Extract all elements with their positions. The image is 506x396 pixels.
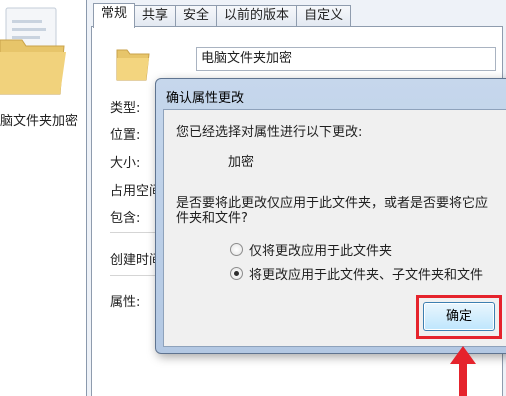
radio-button-selected[interactable] (230, 267, 243, 280)
dialog-title: 确认属性更改 (166, 91, 245, 106)
radio-folder-only[interactable]: 仅将更改应用于此文件夹 (230, 240, 392, 259)
tab-general[interactable]: 常规 (93, 3, 136, 28)
red-arrow-icon (450, 346, 476, 396)
size-label: 大小: (110, 156, 141, 171)
tab-strip: 常规 共享 安全 以前的版本 自定义 (93, 3, 352, 28)
attributes-label: 属性: (110, 295, 141, 310)
desktop-folder-label[interactable]: 脑文件夹加密 (0, 110, 90, 129)
contains-label: 包含: (110, 211, 141, 226)
dialog-question-line1: 是否要将此更改仅应用于此文件夹，或者是否要将它应 (176, 196, 489, 211)
radio-button[interactable] (230, 243, 243, 256)
folder-name-field[interactable]: 电脑文件夹加密 (196, 47, 496, 71)
folder-icon (116, 49, 150, 81)
change-description: 加密 (228, 155, 255, 170)
tab-previous-versions[interactable]: 以前的版本 (216, 5, 298, 27)
folder-icon[interactable] (0, 6, 72, 98)
type-label: 类型: (110, 101, 141, 116)
location-label: 位置: (110, 128, 141, 143)
dialog-question-line2: 件夹和文件? (176, 211, 248, 226)
tab-sharing[interactable]: 共享 (134, 5, 177, 27)
tab-customize[interactable]: 自定义 (296, 5, 352, 27)
ok-button[interactable]: 确定 (423, 302, 495, 331)
radio-all[interactable]: 将更改应用于此文件夹、子文件夹和文件 (230, 264, 483, 283)
radio-all-label[interactable]: 将更改应用于此文件夹、子文件夹和文件 (249, 264, 483, 283)
dialog-intro: 您已经选择对属性进行以下更改: (176, 125, 363, 140)
radio-folder-only-label[interactable]: 仅将更改应用于此文件夹 (249, 240, 392, 259)
tab-security[interactable]: 安全 (175, 5, 218, 27)
desktop: 脑文件夹加密 (0, 0, 90, 396)
confirm-attribute-dialog: 确认属性更改 您已经选择对属性进行以下更改: 加密 是否要将此更改仅应用于此文件… (155, 78, 506, 354)
